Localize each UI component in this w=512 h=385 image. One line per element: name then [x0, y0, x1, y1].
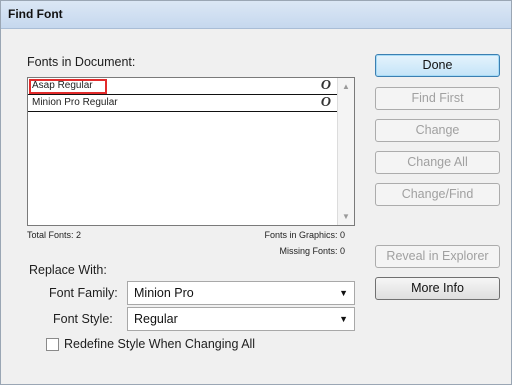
- change-find-button[interactable]: Change/Find: [375, 183, 500, 206]
- scroll-down-icon[interactable]: ▼: [342, 212, 350, 221]
- opentype-icon: O: [320, 95, 331, 110]
- more-info-button[interactable]: More Info: [375, 277, 500, 300]
- redefine-style-checkbox[interactable]: [46, 338, 59, 351]
- change-all-button[interactable]: Change All: [375, 151, 500, 174]
- font-style-value: Regular: [134, 312, 178, 326]
- title-bar: Find Font: [1, 1, 511, 29]
- fonts-list-area: Asap Regular O Minion Pro Regular O: [28, 78, 337, 225]
- chevron-down-icon: ▼: [339, 314, 348, 324]
- find-first-button[interactable]: Find First: [375, 87, 500, 110]
- font-family-value: Minion Pro: [134, 286, 194, 300]
- missing-fonts-count: Missing Fonts: 0: [279, 246, 345, 256]
- font-family-dropdown[interactable]: Minion Pro ▼: [127, 281, 355, 305]
- font-list-item[interactable]: Minion Pro Regular O: [28, 95, 337, 112]
- fonts-in-document-label: Fonts in Document:: [27, 55, 136, 69]
- fonts-list[interactable]: Asap Regular O Minion Pro Regular O ▲ ▼: [27, 77, 355, 226]
- font-name: Minion Pro Regular: [32, 97, 118, 108]
- replace-with-label: Replace With:: [29, 263, 107, 277]
- find-font-dialog: Find Font Fonts in Document: Asap Regula…: [0, 0, 512, 385]
- reveal-in-explorer-button[interactable]: Reveal in Explorer: [375, 245, 500, 268]
- font-name: Asap Regular: [32, 80, 93, 91]
- window-title: Find Font: [8, 7, 63, 21]
- font-style-label: Font Style:: [53, 312, 113, 326]
- font-list-item[interactable]: Asap Regular O: [28, 78, 337, 95]
- fonts-in-graphics-count: Fonts in Graphics: 0: [264, 230, 345, 240]
- opentype-icon: O: [320, 78, 331, 93]
- change-button[interactable]: Change: [375, 119, 500, 142]
- done-button[interactable]: Done: [375, 54, 500, 77]
- total-fonts-count: Total Fonts: 2: [27, 230, 82, 240]
- font-family-label: Font Family:: [49, 286, 118, 300]
- fonts-list-scrollbar[interactable]: ▲ ▼: [337, 78, 354, 225]
- font-style-dropdown[interactable]: Regular ▼: [127, 307, 355, 331]
- scroll-up-icon[interactable]: ▲: [342, 82, 350, 91]
- chevron-down-icon: ▼: [339, 288, 348, 298]
- redefine-style-label[interactable]: Redefine Style When Changing All: [64, 337, 255, 351]
